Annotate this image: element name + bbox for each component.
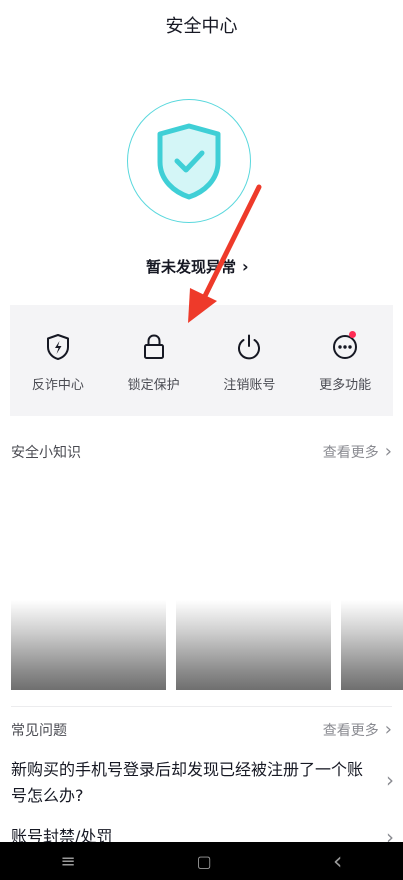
chevron-right-icon: ›	[384, 719, 392, 740]
faq-item[interactable]: 新购买的手机号登录后却发现已经被注册了一个账号怎么办? ›	[11, 757, 394, 809]
knowledge-card[interactable]	[341, 600, 403, 690]
quick-actions: 反诈中心 锁定保护 注销账号 更多功能	[10, 305, 393, 416]
action-more-features[interactable]: 更多功能	[297, 305, 393, 416]
action-deactivate-account[interactable]: 注销账号	[202, 305, 298, 416]
status-link[interactable]: 暂未发现异常 ›	[146, 256, 249, 277]
security-status-circle	[127, 99, 251, 223]
action-lock-protect[interactable]: 锁定保护	[106, 305, 202, 416]
chevron-right-icon: ›	[384, 441, 392, 462]
knowledge-cards[interactable]	[11, 600, 403, 690]
shield-bolt-icon	[44, 333, 72, 361]
more-dots-icon	[331, 333, 359, 361]
home-icon[interactable]: ▢	[197, 852, 212, 871]
more-label: 查看更多	[322, 722, 379, 739]
menu-icon[interactable]: ≡	[61, 851, 76, 872]
system-nav-bar: ≡ ▢ ‹	[0, 842, 403, 880]
faq-more-link[interactable]: 查看更多 ›	[323, 719, 392, 740]
chevron-right-icon: ›	[242, 257, 249, 276]
knowledge-header: 安全小知识 查看更多 ›	[11, 441, 392, 462]
divider	[11, 706, 392, 707]
power-icon	[235, 333, 263, 361]
action-label: 反诈中心	[31, 378, 84, 393]
lock-icon	[140, 333, 168, 361]
action-label: 更多功能	[319, 378, 372, 393]
page-title: 安全中心	[165, 16, 238, 37]
knowledge-title: 安全小知识	[11, 444, 81, 461]
knowledge-card[interactable]	[11, 600, 166, 690]
knowledge-card[interactable]	[176, 600, 331, 690]
more-label: 查看更多	[322, 444, 379, 461]
faq-title: 常见问题	[11, 722, 67, 739]
faq-header: 常见问题 查看更多 ›	[11, 719, 392, 740]
chevron-right-icon: ›	[386, 768, 394, 792]
shield-check-icon	[157, 123, 221, 200]
status-text: 暂未发现异常	[146, 258, 237, 276]
knowledge-more-link[interactable]: 查看更多 ›	[323, 441, 392, 462]
faq-question: 新购买的手机号登录后却发现已经被注册了一个账号怎么办?	[11, 760, 364, 805]
action-label: 锁定保护	[127, 378, 180, 393]
action-anti-fraud[interactable]: 反诈中心	[10, 305, 106, 416]
back-icon[interactable]: ‹	[333, 847, 343, 875]
action-label: 注销账号	[223, 378, 276, 393]
